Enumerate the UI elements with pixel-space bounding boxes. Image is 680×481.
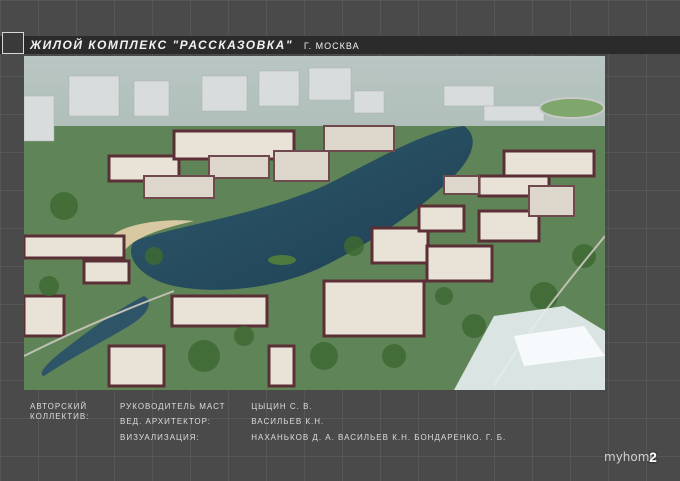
- credit-role: РУКОВОДИТЕЛЬ МАСТ: [120, 402, 226, 411]
- project-city: Г. МОСКВА: [303, 41, 360, 51]
- aerial-rendering: [24, 56, 605, 390]
- title-marker-square: [2, 32, 24, 54]
- credit-role: ВЕД. АРХИТЕКТОР:: [120, 417, 211, 426]
- page-title: ЖИЛОЙ КОМПЛЕКС "РАССКАЗОВКА" Г. МОСКВА: [30, 38, 360, 52]
- credit-row: РУКОВОДИТЕЛЬ МАСТ ЦЫЦИН С. В.: [120, 402, 313, 411]
- credit-row: ВЕД. АРХИТЕКТОР: ВАСИЛЬЕВ К.Н.: [120, 417, 324, 426]
- credits-heading: АВТОРСКИЙ КОЛЛЕКТИВ:: [30, 402, 110, 422]
- credit-names: ЦЫЦИН С. В.: [251, 402, 313, 411]
- credits-heading-line-2: КОЛЛЕКТИВ:: [30, 412, 90, 421]
- credit-names: НАХАНЬКОВ Д. А. ВАСИЛЬЕВ К.Н. БОНДАРЕНКО…: [251, 433, 507, 442]
- page-number: 2: [649, 449, 657, 465]
- credit-names: ВАСИЛЬЕВ К.Н.: [251, 417, 325, 426]
- project-title: ЖИЛОЙ КОМПЛЕКС "РАССКАЗОВКА": [30, 38, 294, 52]
- credit-role: ВИЗУАЛИЗАЦИЯ:: [120, 433, 200, 442]
- credit-row: ВИЗУАЛИЗАЦИЯ: НАХАНЬКОВ Д. А. ВАСИЛЬЕВ К…: [120, 433, 506, 442]
- credits-heading-line-1: АВТОРСКИЙ: [30, 402, 88, 411]
